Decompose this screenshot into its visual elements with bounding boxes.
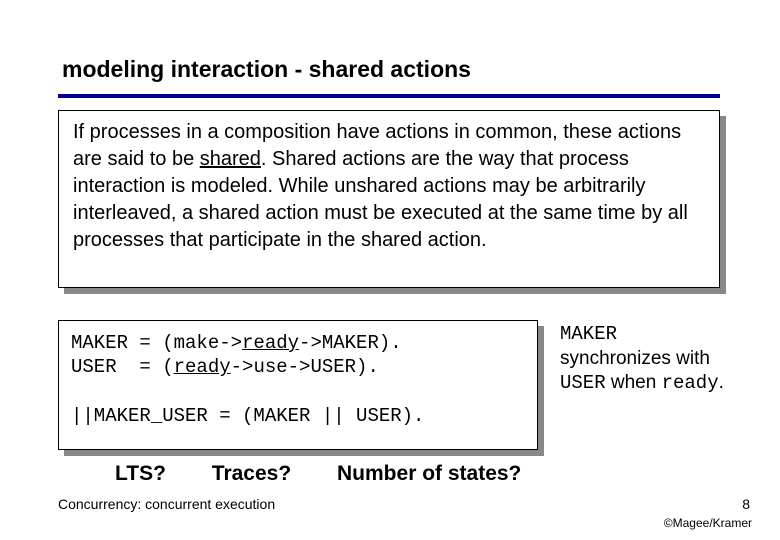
slide-title: modeling interaction - shared actions [62,56,471,83]
slide: modeling interaction - shared actions If… [0,0,780,540]
code-l1b: ready [242,332,299,354]
intro-box: If processes in a composition have actio… [58,110,720,288]
side-note: MAKER synchronizes with USER when ready. [560,322,730,396]
question-traces: Traces? [212,462,291,486]
code-l2c: ->use->USER). [231,356,379,378]
code-l2b: ready [174,356,231,378]
sn-d: when [606,372,662,393]
title-rule [58,94,720,98]
sn-ready: ready [662,372,719,394]
intro-shared-word: shared [200,148,261,170]
code-box: MAKER = (make->ready->MAKER). USER = (re… [58,320,538,450]
sn-maker: MAKER [560,323,617,345]
sn-f: . [719,372,724,393]
page-number: 8 [742,496,750,512]
code-l2a: USER = ( [71,356,174,378]
footer-left: Concurrency: concurrent execution [58,496,275,512]
code-text: MAKER = (make->ready->MAKER). USER = (re… [58,320,538,450]
code-l1a: MAKER = (make-> [71,332,242,354]
sn-user: USER [560,372,606,394]
question-states: Number of states? [337,462,521,486]
code-l3: ||MAKER_USER = (MAKER || USER). [71,405,424,427]
questions-row: LTS? Traces? Number of states? [115,462,675,486]
question-lts: LTS? [115,462,166,486]
footer-credit: ©Magee/Kramer [664,516,752,530]
intro-text: If processes in a composition have actio… [58,110,720,288]
sn-b: synchronizes with [560,348,710,369]
code-l1c: ->MAKER). [299,332,402,354]
